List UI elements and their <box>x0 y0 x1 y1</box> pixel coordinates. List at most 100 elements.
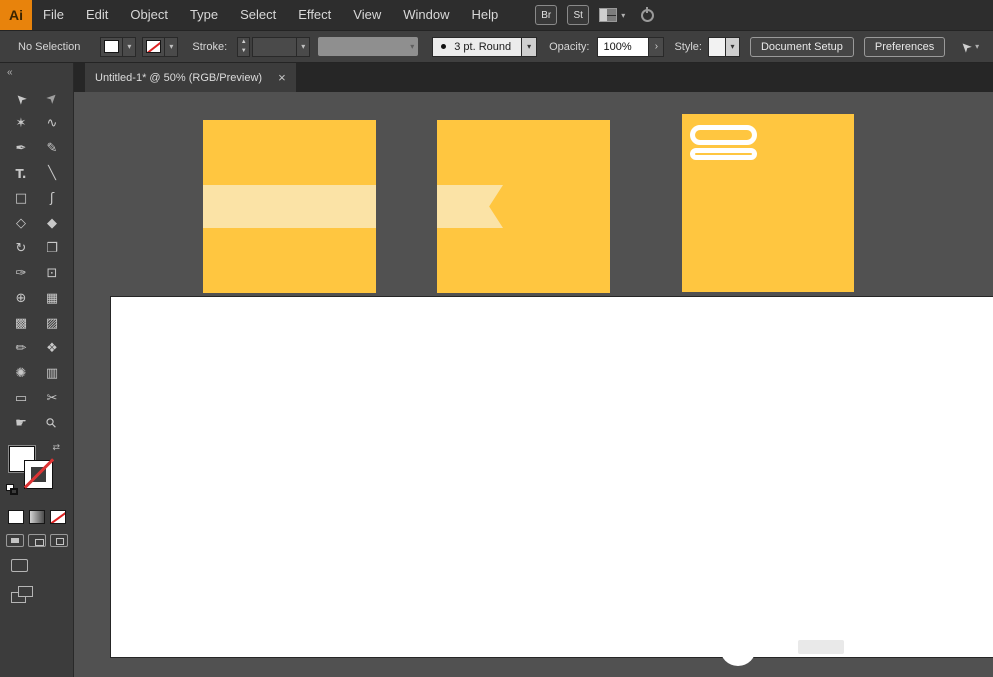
scale-tool[interactable]: ❐ <box>37 236 68 261</box>
brush-preview-icon <box>441 44 447 49</box>
eyedropper-tool-icon: ✏ <box>15 341 27 356</box>
close-icon[interactable]: × <box>278 71 286 84</box>
menu-object[interactable]: Object <box>119 0 179 30</box>
rounded-label-icon[interactable] <box>690 125 757 160</box>
rectangle-tool[interactable]: □ <box>6 186 37 211</box>
mesh-tool-icon: ▩ <box>14 316 28 331</box>
default-colors-icon[interactable] <box>5 484 20 497</box>
artboard-tool[interactable]: ▭ <box>6 386 37 411</box>
stroke-none-swatch-icon <box>146 40 162 53</box>
stroke-weight-stepper[interactable]: ▲ ▼ <box>237 36 251 57</box>
gradient-button[interactable] <box>28 510 45 524</box>
artwork-card-ribbon[interactable] <box>437 120 610 293</box>
selection-status: No Selection <box>18 40 81 53</box>
stock-button[interactable]: St <box>567 5 590 25</box>
select-similar-dropdown[interactable]: ➤ ▾ <box>958 37 980 55</box>
artwork-circle-shape[interactable] <box>720 630 756 666</box>
line-segment-tool[interactable]: ╲ <box>37 161 68 186</box>
type-tool[interactable]: T. <box>6 161 37 186</box>
document-tab-title: Untitled-1* @ 50% (RGB/Preview) <box>95 71 263 84</box>
draw-behind-icon[interactable] <box>27 534 46 547</box>
draw-inside-icon[interactable] <box>49 534 68 547</box>
magic-wand-tool[interactable]: ✶ <box>6 111 37 136</box>
hand-tool[interactable]: ☛ <box>6 411 37 436</box>
artwork-card-label[interactable] <box>682 114 854 292</box>
menu-edit[interactable]: Edit <box>75 0 119 30</box>
menu-help[interactable]: Help <box>460 0 509 30</box>
screen-mode-icon[interactable] <box>11 559 28 572</box>
menu-select[interactable]: Select <box>229 0 287 30</box>
document-tab[interactable]: Untitled-1* @ 50% (RGB/Preview) × <box>85 63 296 92</box>
artwork-stripe-band[interactable] <box>203 185 376 228</box>
artwork-ribbon-shape[interactable] <box>437 185 503 228</box>
width-tool[interactable]: ✑ <box>6 261 37 286</box>
opacity-options-button[interactable]: › <box>649 36 665 57</box>
eyedropper-tool[interactable]: ✏ <box>6 336 37 361</box>
gradient-tool[interactable]: ▨ <box>37 311 68 336</box>
zoom-tool[interactable]: ⚲ <box>37 411 68 436</box>
none-button[interactable] <box>49 510 66 524</box>
stroke-weight-dropdown[interactable]: ▾ <box>252 36 311 57</box>
mesh-tool[interactable]: ▩ <box>6 311 37 336</box>
shape-builder-tool-icon: ⊕ <box>15 291 27 306</box>
color-button[interactable] <box>7 510 24 524</box>
chevron-down-icon: ▾ <box>296 37 309 56</box>
column-graph-tool[interactable]: ▥ <box>37 361 68 386</box>
preferences-button[interactable]: Preferences <box>863 36 946 57</box>
swap-fill-stroke-icon[interactable]: ⇄ <box>53 442 61 453</box>
symbol-sprayer-tool-icon: ✺ <box>15 366 27 381</box>
pen-tool-icon: ✒ <box>15 141 27 156</box>
artboard[interactable] <box>110 296 993 658</box>
opacity-input[interactable]: 100% <box>597 36 650 57</box>
magic-wand-tool-icon: ✶ <box>15 116 27 131</box>
menu-effect[interactable]: Effect <box>287 0 342 30</box>
opacity-label: Opacity: <box>549 40 590 53</box>
perspective-grid-tool[interactable]: ▦ <box>37 286 68 311</box>
canvas[interactable] <box>74 92 993 677</box>
symbol-sprayer-tool[interactable]: ✺ <box>6 361 37 386</box>
paintbrush-tool[interactable]: ʃ <box>37 186 68 211</box>
style-swatch-icon <box>708 37 725 56</box>
chevron-down-icon: ▾ <box>975 42 980 51</box>
brush-definition-dropdown[interactable]: 3 pt. Round ▾ <box>432 36 538 57</box>
artwork-bar-shape[interactable] <box>798 640 844 654</box>
menu-window[interactable]: Window <box>392 0 460 30</box>
pen-tool[interactable]: ✒ <box>6 136 37 161</box>
touch-workspace-icon[interactable] <box>641 6 655 22</box>
menu-view[interactable]: View <box>342 0 392 30</box>
eraser-tool[interactable]: ◆ <box>37 211 68 236</box>
pencil-tool[interactable]: ✎ <box>37 136 68 161</box>
shaper-tool[interactable]: ◇ <box>6 211 37 236</box>
tools-grid: ➤ ➤ ✶ ∿ ✒ ✎ T. ╲ □ ʃ ◇ ◆ ↻ ❐ ✑ ⊡ ⊕ ▦ ▩ ▨… <box>6 86 68 436</box>
selection-tool[interactable]: ➤ <box>6 86 37 111</box>
workspace-layout-icon <box>599 8 618 22</box>
blend-tool[interactable]: ❖ <box>37 336 68 361</box>
hand-tool-icon: ☛ <box>15 416 27 431</box>
fill-color-dropdown[interactable]: ▾ <box>100 36 137 57</box>
column-graph-tool-icon: ▥ <box>45 366 59 381</box>
zoom-tool-icon: ⚲ <box>43 414 61 433</box>
stroke-color-dropdown[interactable]: ▾ <box>142 36 179 57</box>
document-setup-button[interactable]: Document Setup <box>749 36 854 57</box>
change-screen-mode-icon[interactable] <box>11 586 33 603</box>
chevron-down-icon: ▾ <box>521 37 537 56</box>
brush-name: 3 pt. Round <box>454 40 512 53</box>
slice-tool[interactable]: ✂ <box>37 386 68 411</box>
draw-normal-icon[interactable] <box>5 534 24 547</box>
graphic-style-dropdown[interactable]: ▾ <box>707 36 740 57</box>
bridge-button[interactable]: Br <box>535 5 558 25</box>
selection-tool-icon: ➤ <box>11 89 31 108</box>
menu-file[interactable]: File <box>32 0 75 30</box>
document-area: Untitled-1* @ 50% (RGB/Preview) × <box>74 63 993 677</box>
workspace-switcher[interactable]: ▾ <box>599 8 625 22</box>
paint-style-row <box>7 510 66 524</box>
rotate-tool[interactable]: ↻ <box>6 236 37 261</box>
collapse-panel-button[interactable]: « <box>0 63 73 78</box>
artwork-card-stripe[interactable] <box>203 120 376 293</box>
free-transform-tool[interactable]: ⊡ <box>37 261 68 286</box>
lasso-tool[interactable]: ∿ <box>37 111 68 136</box>
lasso-tool-icon: ∿ <box>46 116 58 131</box>
shape-builder-tool[interactable]: ⊕ <box>6 286 37 311</box>
direct-selection-tool[interactable]: ➤ <box>37 86 68 111</box>
menu-type[interactable]: Type <box>179 0 229 30</box>
